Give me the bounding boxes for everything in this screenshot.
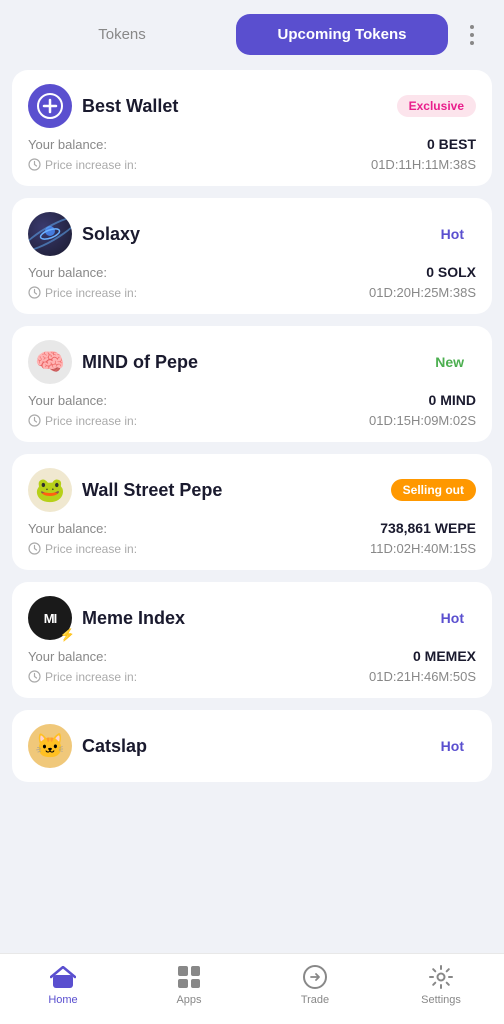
- timer-row-meme-index: Price increase in: 01D:21H:46M:50S: [28, 669, 476, 684]
- balance-row-best-wallet: Your balance: 0 BEST: [28, 136, 476, 152]
- meme-index-icon: MI ⚡: [28, 596, 72, 640]
- dot2: [470, 33, 474, 37]
- token-left-solaxy: Solaxy: [28, 212, 140, 256]
- balance-label-solaxy: Your balance:: [28, 265, 107, 280]
- balance-value-mind-pepe: 0 MIND: [429, 392, 476, 408]
- bottom-nav: Home Apps Trade Settings: [0, 953, 504, 1024]
- settings-icon: [428, 964, 454, 990]
- nav-home-label: Home: [48, 994, 77, 1006]
- badge-solaxy: Hot: [429, 222, 476, 246]
- token-header-meme-index: MI ⚡ Meme Index Hot: [28, 596, 476, 640]
- balance-value-meme-index: 0 MEMEX: [413, 648, 476, 664]
- timer-row-best-wallet: Price increase in: 01D:11H:11M:38S: [28, 157, 476, 172]
- badge-mind-pepe: New: [423, 350, 476, 374]
- token-left-wall-street: 🐸 Wall Street Pepe: [28, 468, 222, 512]
- token-left-catslap: 🐱 Catslap: [28, 724, 147, 768]
- clock-icon: [28, 542, 41, 555]
- timer-label-wall-street: Price increase in:: [28, 542, 137, 556]
- mind-pepe-icon: 🧠: [28, 340, 72, 384]
- nav-settings-label: Settings: [421, 994, 461, 1006]
- nav-trade-label: Trade: [301, 994, 329, 1006]
- balance-label-mind-pepe: Your balance:: [28, 393, 107, 408]
- tab-upcoming[interactable]: Upcoming Tokens: [236, 14, 448, 55]
- clock-icon: [28, 670, 41, 683]
- wallet-svg-icon: [37, 93, 63, 119]
- best-wallet-icon: [28, 84, 72, 128]
- timer-row-mind-pepe: Price increase in: 01D:15H:09M:02S: [28, 413, 476, 428]
- balance-row-solaxy: Your balance: 0 SOLX: [28, 264, 476, 280]
- home-svg-icon: [50, 966, 76, 988]
- token-left-meme-index: MI ⚡ Meme Index: [28, 596, 185, 640]
- balance-row-mind-pepe: Your balance: 0 MIND: [28, 392, 476, 408]
- dot3: [470, 41, 474, 45]
- token-name-mind-pepe: MIND of Pepe: [82, 352, 198, 373]
- wall-street-icon: 🐸: [28, 468, 72, 512]
- nav-apps-label: Apps: [176, 994, 201, 1006]
- balance-value-best-wallet: 0 BEST: [427, 136, 476, 152]
- solaxy-icon: [28, 212, 72, 256]
- nav-home[interactable]: Home: [0, 964, 126, 1006]
- apps-icon: [176, 964, 202, 990]
- lightning-icon: ⚡: [60, 628, 73, 641]
- solaxy-svg-icon: [39, 223, 61, 245]
- token-name-best-wallet: Best Wallet: [82, 96, 178, 117]
- trade-icon: [302, 964, 328, 990]
- badge-meme-index: Hot: [429, 606, 476, 630]
- timer-label-solaxy: Price increase in:: [28, 286, 137, 300]
- badge-best-wallet: Exclusive: [397, 95, 476, 117]
- nav-apps[interactable]: Apps: [126, 964, 252, 1006]
- nav-trade[interactable]: Trade: [252, 964, 378, 1006]
- timer-label-meme-index: Price increase in:: [28, 670, 137, 684]
- badge-wall-street: Selling out: [391, 479, 476, 501]
- token-card-best-wallet[interactable]: Best Wallet Exclusive Your balance: 0 BE…: [12, 70, 492, 186]
- timer-row-wall-street: Price increase in: 11D:02H:40M:15S: [28, 541, 476, 556]
- timer-value-mind-pepe: 01D:15H:09M:02S: [369, 413, 476, 428]
- token-list: Best Wallet Exclusive Your balance: 0 BE…: [0, 65, 504, 953]
- apps-grid-icon: [178, 966, 200, 988]
- token-card-catslap[interactable]: 🐱 Catslap Hot: [12, 710, 492, 782]
- balance-row-wall-street: Your balance: 738,861 WEPE: [28, 520, 476, 536]
- clock-icon: [28, 158, 41, 171]
- clock-icon: [28, 286, 41, 299]
- balance-label-wall-street: Your balance:: [28, 521, 107, 536]
- token-left-mind-pepe: 🧠 MIND of Pepe: [28, 340, 198, 384]
- home-icon: [50, 964, 76, 990]
- token-header-catslap: 🐱 Catslap Hot: [28, 724, 476, 768]
- balance-value-solaxy: 0 SOLX: [426, 264, 476, 280]
- token-header-solaxy: Solaxy Hot: [28, 212, 476, 256]
- token-name-solaxy: Solaxy: [82, 224, 140, 245]
- token-card-wall-street-pepe[interactable]: 🐸 Wall Street Pepe Selling out Your bala…: [12, 454, 492, 570]
- balance-label-meme-index: Your balance:: [28, 649, 107, 664]
- token-card-solaxy[interactable]: Solaxy Hot Your balance: 0 SOLX Price in…: [12, 198, 492, 314]
- tab-bar: Tokens Upcoming Tokens: [0, 0, 504, 65]
- timer-label-mind-pepe: Price increase in:: [28, 414, 137, 428]
- balance-label-best-wallet: Your balance:: [28, 137, 107, 152]
- token-header-wall-street: 🐸 Wall Street Pepe Selling out: [28, 468, 476, 512]
- timer-value-best-wallet: 01D:11H:11M:38S: [371, 157, 476, 172]
- dot1: [470, 25, 474, 29]
- balance-row-meme-index: Your balance: 0 MEMEX: [28, 648, 476, 664]
- token-header-mind-pepe: 🧠 MIND of Pepe New: [28, 340, 476, 384]
- badge-catslap: Hot: [429, 734, 476, 758]
- token-header: Best Wallet Exclusive: [28, 84, 476, 128]
- trade-svg-icon: [302, 964, 328, 990]
- settings-svg-icon: [428, 964, 454, 990]
- timer-row-solaxy: Price increase in: 01D:20H:25M:38S: [28, 285, 476, 300]
- nav-settings[interactable]: Settings: [378, 964, 504, 1006]
- timer-value-wall-street: 11D:02H:40M:15S: [370, 541, 476, 556]
- token-name-meme-index: Meme Index: [82, 608, 185, 629]
- token-name-wall-street: Wall Street Pepe: [82, 480, 222, 501]
- clock-icon: [28, 414, 41, 427]
- catslap-icon: 🐱: [28, 724, 72, 768]
- timer-label-best-wallet: Price increase in:: [28, 158, 137, 172]
- tab-tokens[interactable]: Tokens: [16, 14, 228, 55]
- token-card-meme-index[interactable]: MI ⚡ Meme Index Hot Your balance: 0 MEME…: [12, 582, 492, 698]
- timer-value-meme-index: 01D:21H:46M:50S: [369, 669, 476, 684]
- balance-value-wall-street: 738,861 WEPE: [380, 520, 476, 536]
- token-name-catslap: Catslap: [82, 736, 147, 757]
- timer-value-solaxy: 01D:20H:25M:38S: [369, 285, 476, 300]
- token-card-mind-pepe[interactable]: 🧠 MIND of Pepe New Your balance: 0 MIND …: [12, 326, 492, 442]
- token-left: Best Wallet: [28, 84, 178, 128]
- more-menu-button[interactable]: [456, 25, 488, 45]
